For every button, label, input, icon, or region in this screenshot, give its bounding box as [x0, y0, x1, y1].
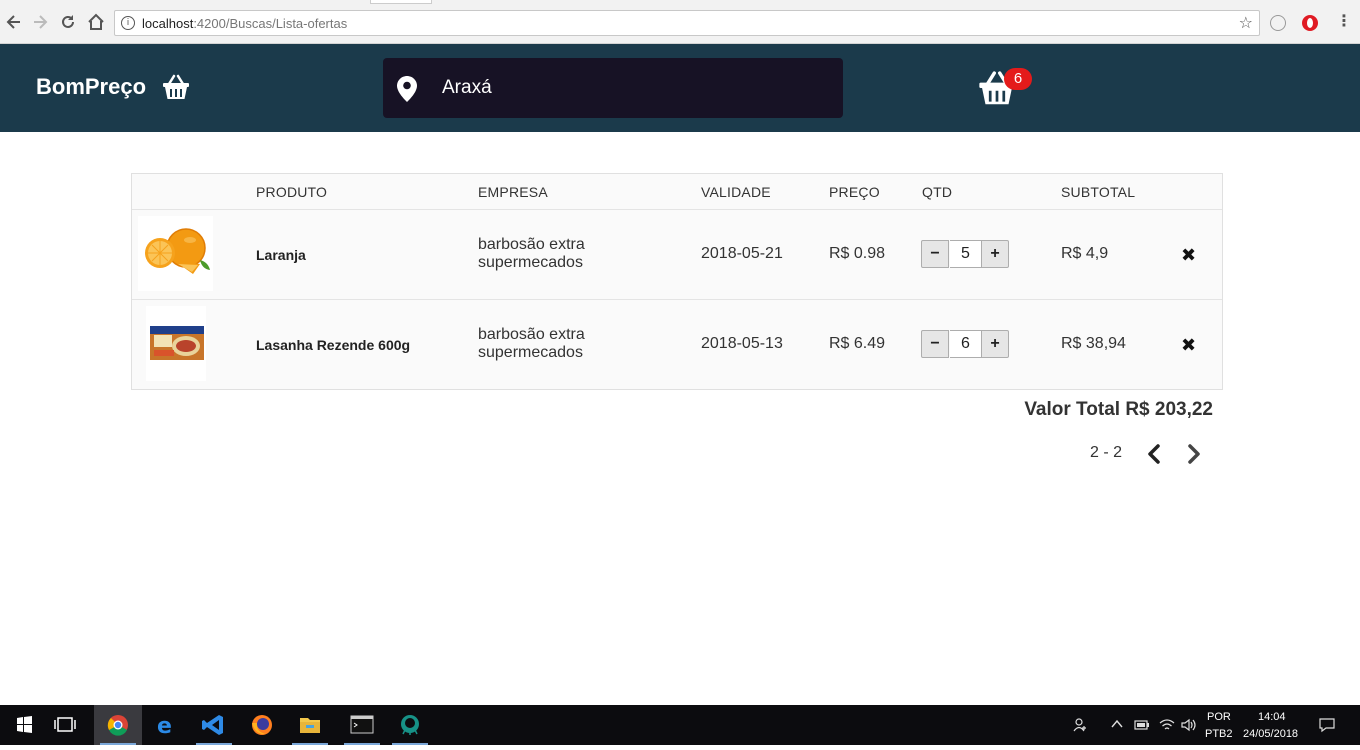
cart-count-badge: 6	[1004, 68, 1032, 90]
file-explorer-icon[interactable]	[286, 705, 334, 745]
clock-date[interactable]: 24/05/2018	[1243, 728, 1298, 740]
gitkraken-icon[interactable]	[386, 705, 434, 745]
bookmark-star-icon[interactable]: ☆	[1239, 13, 1253, 33]
company-name: barbosão extra supermecados	[478, 236, 585, 272]
unit-price: R$ 6.49	[829, 335, 886, 352]
tab-strip	[370, 0, 432, 4]
language-indicator[interactable]: POR	[1207, 711, 1231, 723]
product-name: Laranja	[256, 247, 306, 263]
page-indicator: 2 - 2	[1090, 444, 1123, 461]
clock-time[interactable]: 14:04	[1258, 711, 1286, 723]
product-name: Lasanha Rezende 600g	[256, 337, 411, 353]
remove-item-icon[interactable]: ✖	[1181, 335, 1196, 356]
quantity-stepper: − 5 +	[921, 240, 1011, 268]
chevron-up-icon[interactable]	[1110, 716, 1124, 735]
brand-name[interactable]: BomPreço	[36, 74, 146, 100]
column-header-subtotal: SUBTOTAL	[1061, 184, 1136, 200]
chevron-right-icon[interactable]	[1186, 443, 1202, 470]
taskbar: e POR PTB2 14:04 24/05/2018	[0, 705, 1360, 745]
decrease-quantity-button[interactable]: −	[921, 330, 949, 358]
unit-price: R$ 0.98	[829, 245, 886, 262]
table-row: Lasanha Rezende 600g barbosão extra supe…	[132, 300, 1222, 389]
notifications-icon[interactable]	[1318, 716, 1336, 737]
reload-icon[interactable]	[58, 12, 78, 32]
table-row: Laranja barbosão extra supermecados 2018…	[132, 210, 1222, 300]
volume-icon[interactable]	[1180, 717, 1198, 736]
increase-quantity-button[interactable]: +	[981, 330, 1009, 358]
svg-text:e: e	[157, 714, 172, 739]
decrease-quantity-button[interactable]: −	[921, 240, 949, 268]
validity-date: 2018-05-13	[701, 335, 783, 352]
quantity-stepper: − 6 +	[921, 330, 1011, 358]
subtotal: R$ 4,9	[1061, 245, 1109, 262]
wifi-icon[interactable]	[1158, 717, 1176, 736]
remove-item-icon[interactable]: ✖	[1181, 245, 1196, 266]
cart-table: PRODUTO EMPRESA VALIDADE PREÇO QTD SUBTO…	[131, 173, 1223, 390]
column-header-validade: VALIDADE	[701, 184, 771, 200]
location-pin-icon	[397, 76, 417, 107]
extension-icon[interactable]	[1270, 15, 1286, 31]
quantity-value[interactable]: 6	[950, 330, 981, 358]
lasagna-package-image	[146, 306, 206, 381]
menu-icon[interactable]: ⋮	[1334, 12, 1354, 32]
chevron-left-icon[interactable]	[1146, 443, 1162, 470]
company-line-2: supermecados	[478, 254, 583, 271]
company-line-1: barbosão extra	[478, 326, 585, 343]
validity-date: 2018-05-21	[701, 245, 783, 262]
people-icon[interactable]	[1072, 717, 1088, 736]
company-name: barbosão extra supermecados	[478, 326, 585, 362]
column-header-preco: PREÇO	[829, 184, 880, 200]
company-line-2: supermecados	[478, 344, 583, 361]
edge-icon[interactable]: e	[142, 705, 190, 745]
column-header-qtd: QTD	[922, 184, 953, 200]
table-header: PRODUTO EMPRESA VALIDADE PREÇO QTD SUBTO…	[132, 174, 1222, 210]
battery-icon[interactable]	[1133, 717, 1151, 736]
column-header-produto: PRODUTO	[256, 184, 328, 200]
back-icon[interactable]	[4, 12, 24, 32]
forward-icon[interactable]	[30, 12, 50, 32]
app-header: BomPreço Araxá 6	[0, 44, 1360, 132]
info-icon[interactable]: i	[121, 16, 135, 30]
keyboard-layout-indicator[interactable]: PTB2	[1205, 728, 1233, 740]
address-bar[interactable]: i localhost:4200/Buscas/Lista-ofertas ☆	[114, 10, 1260, 36]
column-header-empresa: EMPRESA	[478, 184, 548, 200]
basket-icon	[162, 74, 190, 105]
location-selector[interactable]: Araxá	[383, 58, 843, 118]
subtotal: R$ 38,94	[1061, 335, 1126, 352]
url-text[interactable]: localhost:4200/Buscas/Lista-ofertas	[142, 16, 347, 31]
increase-quantity-button[interactable]: +	[981, 240, 1009, 268]
quantity-value[interactable]: 5	[950, 240, 981, 268]
windows-start-icon[interactable]	[0, 705, 48, 745]
chrome-icon[interactable]	[94, 705, 142, 745]
location-name: Araxá	[442, 77, 492, 98]
opera-icon[interactable]	[1302, 15, 1318, 31]
browser-toolbar: i localhost:4200/Buscas/Lista-ofertas ☆ …	[0, 0, 1360, 44]
orange-image	[138, 216, 213, 291]
terminal-icon[interactable]	[338, 705, 386, 745]
home-icon[interactable]	[86, 12, 106, 32]
firefox-icon[interactable]	[238, 705, 286, 745]
company-line-1: barbosão extra	[478, 236, 585, 253]
task-view-icon[interactable]	[42, 705, 90, 745]
total-value: Valor Total R$ 203,22	[1024, 399, 1213, 420]
vscode-icon[interactable]	[190, 705, 238, 745]
